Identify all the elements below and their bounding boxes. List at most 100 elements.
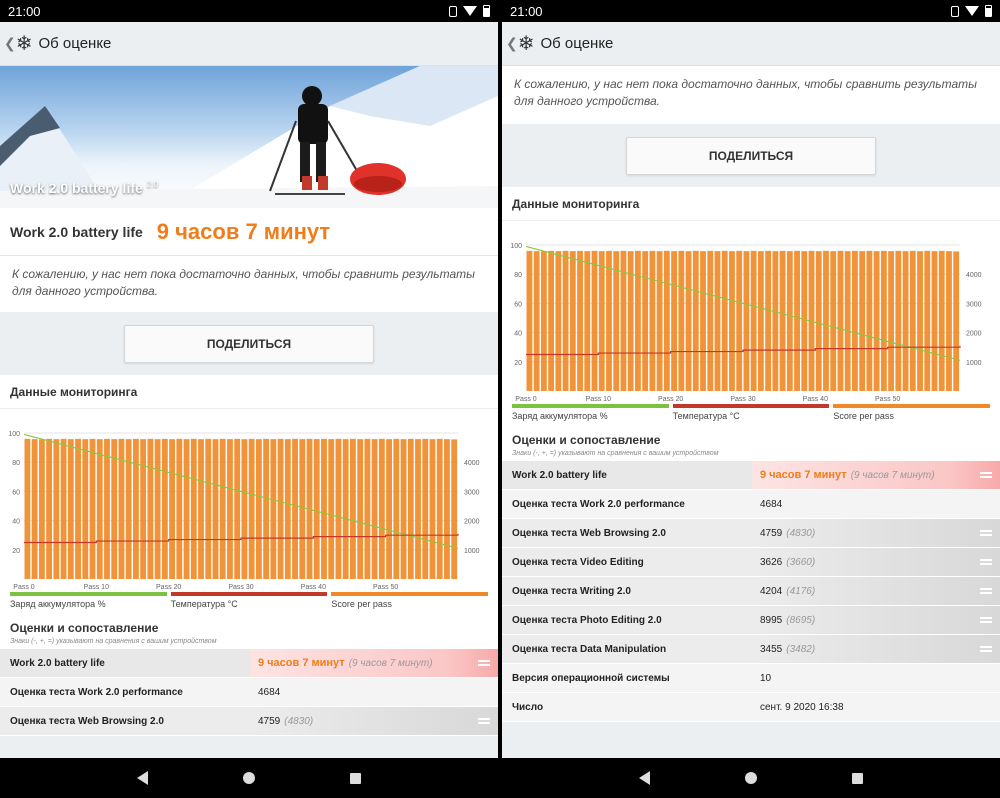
score-bar bbox=[859, 251, 866, 391]
nav-back-icon[interactable] bbox=[137, 771, 149, 785]
monitoring-chart-svg: 100 80 60 40 20 4000 3000 2000 1000 Pass 0 Pass 10… bbox=[510, 243, 982, 401]
score-row-os-version: Версия операционной системы 10 bbox=[502, 664, 1000, 693]
score-bar bbox=[852, 250, 858, 391]
back-arrow-icon[interactable]: ❮ bbox=[506, 35, 518, 52]
score-row-battery-life[interactable]: Work 2.0 battery life 9 часов 7 минут (9 … bbox=[502, 461, 1000, 490]
y-left-tick-label: 40 bbox=[514, 331, 522, 338]
nav-recent-icon[interactable] bbox=[349, 772, 361, 784]
score-bar bbox=[692, 250, 699, 391]
right-screenshot: 21:00 ❮ ❄ Об оценке К сожалению, у нас н… bbox=[502, 0, 1000, 798]
y-right-tick-label: 1000 bbox=[966, 360, 982, 367]
status-time: 21:00 bbox=[510, 3, 543, 19]
nav-recent-icon[interactable] bbox=[851, 772, 863, 784]
score-row-writing[interactable]: Оценка теста Writing 2.0 4204 (4176) bbox=[502, 577, 1000, 606]
x-tick-label: Pass 20 bbox=[156, 584, 181, 589]
scores-subtitle: Знаки (-, +, =) указывают на сравнения с… bbox=[512, 450, 719, 457]
y-left-tick-label: 40 bbox=[12, 519, 20, 526]
score-bar bbox=[873, 251, 880, 391]
score-bar bbox=[656, 251, 663, 391]
status-bar: 21:00 bbox=[502, 0, 1000, 22]
score-bar bbox=[801, 251, 808, 391]
score-bar bbox=[205, 438, 212, 579]
score-bar bbox=[190, 438, 197, 579]
score-bar bbox=[407, 438, 414, 579]
score-bar bbox=[888, 251, 894, 391]
battery-icon bbox=[985, 5, 992, 17]
battery-icon bbox=[483, 5, 490, 17]
score-row-web-browsing[interactable]: Оценка теста Web Browsing 2.0 4759 (4830) bbox=[0, 707, 498, 736]
score-bar bbox=[96, 439, 103, 579]
score-row-battery-life[interactable]: Work 2.0 battery life 9 часов 7 минут (9 … bbox=[0, 649, 498, 678]
share-button[interactable]: ПОДЕЛИТЬСЯ bbox=[626, 136, 876, 175]
share-button[interactable]: ПОДЕЛИТЬСЯ bbox=[124, 324, 374, 363]
score-row-performance[interactable]: Оценка теста Work 2.0 performance 4684 bbox=[502, 490, 1000, 519]
y-right-tick-label: 4000 bbox=[966, 272, 982, 279]
score-row-video-editing[interactable]: Оценка теста Video Editing 3626 (3660) bbox=[502, 548, 1000, 577]
score-bar bbox=[909, 250, 916, 391]
score-bar bbox=[555, 251, 562, 391]
score-bar bbox=[342, 439, 349, 579]
score-bar bbox=[451, 439, 458, 579]
compare-equal-icon bbox=[980, 617, 992, 623]
y-right-tick-label: 3000 bbox=[464, 489, 480, 496]
score-bar bbox=[548, 250, 555, 391]
score-bar bbox=[89, 438, 96, 579]
score-bar bbox=[931, 251, 938, 391]
score-row-web-browsing[interactable]: Оценка теста Web Browsing 2.0 4759 (4830) bbox=[502, 519, 1000, 548]
score-bar bbox=[140, 439, 147, 579]
score-bar bbox=[953, 251, 960, 391]
compare-equal-icon bbox=[980, 472, 992, 478]
score-row-photo-editing[interactable]: Оценка теста Photo Editing 2.0 8995 (8695… bbox=[502, 606, 1000, 635]
nav-bar bbox=[0, 758, 498, 798]
nav-bar bbox=[502, 758, 1000, 798]
score-bar bbox=[577, 250, 583, 391]
compare-equal-icon bbox=[980, 530, 992, 536]
compare-equal-icon bbox=[980, 646, 992, 652]
score-bar bbox=[212, 439, 219, 579]
score-bar bbox=[642, 251, 649, 391]
score-bar bbox=[844, 251, 851, 391]
score-row-performance[interactable]: Оценка теста Work 2.0 performance 4684 bbox=[0, 678, 498, 707]
score-bar bbox=[533, 251, 540, 391]
score-bar bbox=[350, 438, 356, 579]
score-bar bbox=[540, 251, 547, 391]
wifi-icon bbox=[463, 6, 477, 16]
score-bar bbox=[750, 250, 757, 391]
score-bar bbox=[444, 439, 450, 579]
y-left-tick-label: 80 bbox=[12, 460, 20, 467]
x-tick-label: Pass 50 bbox=[875, 396, 900, 401]
x-tick-label: Pass 40 bbox=[301, 584, 326, 589]
score-bar bbox=[241, 439, 248, 579]
y-right-tick-label: 1000 bbox=[464, 548, 480, 555]
app-bar: ❮ ❄ Об оценке bbox=[502, 22, 1000, 66]
scores-title: Оценки и сопоставление bbox=[10, 621, 159, 635]
y-right-tick-label: 3000 bbox=[966, 301, 982, 308]
score-bar bbox=[53, 439, 60, 579]
nav-home-icon[interactable] bbox=[744, 772, 757, 784]
score-bar bbox=[663, 250, 670, 391]
score-bar bbox=[700, 251, 706, 391]
score-bar bbox=[393, 438, 400, 579]
y-right-tick-label: 2000 bbox=[966, 331, 982, 338]
score-bar bbox=[678, 250, 685, 391]
monitoring-chart: 100 80 60 40 20 4000 3000 2000 1000 Pass 0 Pass 10… bbox=[0, 409, 498, 589]
score-bar bbox=[60, 438, 67, 579]
compare-equal-icon bbox=[478, 660, 490, 666]
score-bar bbox=[147, 438, 154, 579]
score-bar bbox=[429, 439, 436, 579]
score-bar bbox=[154, 439, 161, 579]
score-bar bbox=[335, 438, 342, 579]
nav-home-icon[interactable] bbox=[242, 772, 255, 784]
score-bar bbox=[671, 251, 677, 391]
score-row-data-manipulation[interactable]: Оценка теста Data Manipulation 3455 (3482… bbox=[502, 635, 1000, 664]
score-bar bbox=[24, 438, 31, 579]
x-tick-label: Pass 0 bbox=[515, 396, 537, 401]
score-bar bbox=[584, 251, 591, 391]
back-arrow-icon[interactable]: ❮ bbox=[4, 35, 16, 52]
score-bar bbox=[133, 438, 139, 579]
y-right-tick-label: 2000 bbox=[464, 519, 480, 526]
score-bar bbox=[31, 439, 38, 579]
y-left-tick-label: 20 bbox=[514, 360, 522, 367]
score-bar bbox=[371, 439, 378, 579]
nav-back-icon[interactable] bbox=[639, 771, 651, 785]
